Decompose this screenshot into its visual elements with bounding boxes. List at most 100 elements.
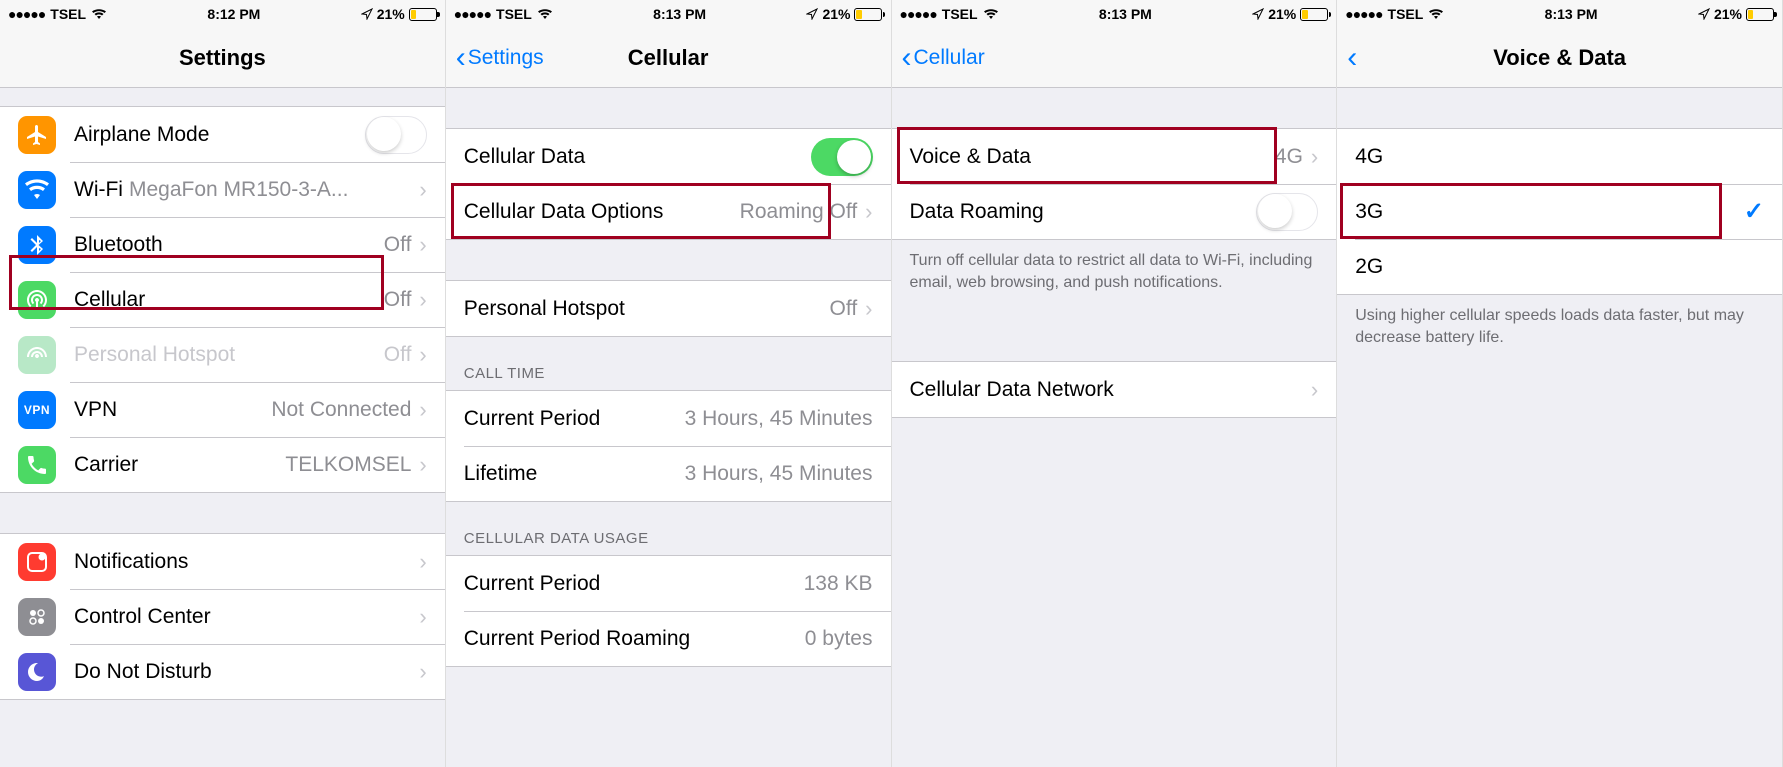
bluetooth-label: Bluetooth — [74, 233, 163, 257]
cellular-label: Cellular — [74, 288, 145, 312]
battery-pct-label: 21% — [377, 6, 405, 22]
dnd-label: Do Not Disturb — [74, 660, 212, 684]
back-label: Settings — [468, 46, 544, 70]
carrier-value: TELKOMSEL — [285, 453, 411, 477]
row-control-center[interactable]: Control Center › — [0, 589, 445, 644]
location-icon — [361, 8, 373, 20]
row-lifetime: Lifetime 3 Hours, 45 Minutes — [446, 446, 891, 501]
usage-roaming-label: Current Period Roaming — [464, 627, 690, 651]
clock-label: 8:13 PM — [653, 6, 706, 22]
row-hotspot[interactable]: Personal Hotspot Off › — [0, 327, 445, 382]
airplane-switch[interactable] — [365, 116, 427, 154]
nav-bar: ‹ Voice & Data — [1337, 28, 1782, 88]
moon-icon — [18, 653, 56, 691]
back-button[interactable]: ‹ — [1347, 43, 1359, 73]
lifetime-value: 3 Hours, 45 Minutes — [685, 462, 873, 486]
usage-current-value: 138 KB — [804, 572, 873, 596]
airplane-label: Airplane Mode — [74, 123, 209, 147]
hotspot-value: Off — [830, 297, 858, 321]
row-vpn[interactable]: VPN VPN Not Connected › — [0, 382, 445, 437]
voice-data-footer: Using higher cellular speeds loads data … — [1337, 295, 1782, 356]
screen-voice-and-data: ●●●●● TSEL 8:13 PM 21% ‹ Voice & Data 4G… — [1337, 0, 1783, 767]
current-period-value: 3 Hours, 45 Minutes — [685, 407, 873, 431]
row-3g[interactable]: 3G ✓ — [1337, 184, 1782, 239]
row-data-roaming[interactable]: Data Roaming — [892, 184, 1337, 239]
row-dnd[interactable]: Do Not Disturb › — [0, 644, 445, 699]
row-bluetooth[interactable]: Bluetooth Off › — [0, 217, 445, 272]
vpn-icon: VPN — [18, 391, 56, 429]
cellular-options-label: Cellular Data Options — [464, 200, 664, 224]
hotspot-label: Personal Hotspot — [464, 297, 625, 321]
signal-dots-icon: ●●●●● — [1345, 6, 1382, 22]
chevron-right-icon: › — [419, 659, 426, 685]
back-button[interactable]: ‹ Cellular — [902, 43, 985, 73]
row-4g[interactable]: 4G — [1337, 129, 1782, 184]
battery-icon — [1746, 8, 1774, 21]
chevron-left-icon: ‹ — [1347, 43, 1357, 73]
signal-dots-icon: ●●●●● — [900, 6, 937, 22]
cellular-data-label: Cellular Data — [464, 145, 585, 169]
clock-label: 8:12 PM — [207, 6, 260, 22]
location-icon — [1252, 8, 1264, 20]
screen-settings: ●●●●● TSEL 8:12 PM 21% Settings Airplane… — [0, 0, 446, 767]
carrier-label: TSEL — [1388, 6, 1424, 22]
clock-label: 8:13 PM — [1545, 6, 1598, 22]
signal-dots-icon: ●●●●● — [8, 6, 45, 22]
cellular-data-switch[interactable] — [811, 138, 873, 176]
cellular-icon — [18, 281, 56, 319]
wifi-app-icon — [18, 171, 56, 209]
hotspot-value: Off — [384, 343, 412, 367]
chevron-right-icon: › — [865, 296, 872, 322]
cellular-options-value: Roaming Off — [740, 200, 858, 224]
row-current-period: Current Period 3 Hours, 45 Minutes — [446, 391, 891, 446]
chevron-left-icon: ‹ — [902, 43, 912, 73]
row-usage-current: Current Period 138 KB — [446, 556, 891, 611]
row-airplane-mode[interactable]: Airplane Mode — [0, 107, 445, 162]
usage-roaming-value: 0 bytes — [805, 627, 873, 651]
status-bar: ●●●●● TSEL 8:13 PM 21% — [892, 0, 1337, 28]
option-3g-label: 3G — [1355, 200, 1383, 224]
wifi-value: MegaFon MR150-3-A... — [129, 178, 411, 202]
page-title: Settings — [179, 45, 266, 71]
data-roaming-switch[interactable] — [1256, 193, 1318, 231]
wifi-icon — [983, 8, 999, 20]
option-4g-label: 4G — [1355, 145, 1383, 169]
screen-cellular-options: ●●●●● TSEL 8:13 PM 21% ‹ Cellular Voice … — [892, 0, 1338, 767]
row-voice-data[interactable]: Voice & Data 4G › — [892, 129, 1337, 184]
row-personal-hotspot[interactable]: Personal Hotspot Off › — [446, 281, 891, 336]
row-wifi[interactable]: Wi-Fi MegaFon MR150-3-A... › — [0, 162, 445, 217]
call-time-header: CALL TIME — [446, 337, 891, 390]
lifetime-label: Lifetime — [464, 462, 538, 486]
hotspot-label: Personal Hotspot — [74, 343, 235, 367]
cellular-value: Off — [384, 288, 412, 312]
chevron-left-icon: ‹ — [456, 43, 466, 73]
row-cellular-data-network[interactable]: Cellular Data Network › — [892, 362, 1337, 417]
row-carrier[interactable]: Carrier TELKOMSEL › — [0, 437, 445, 492]
back-button[interactable]: ‹ Settings — [456, 43, 544, 73]
location-icon — [806, 8, 818, 20]
row-2g[interactable]: 2G — [1337, 239, 1782, 294]
usage-header: CELLULAR DATA USAGE — [446, 502, 891, 555]
wifi-icon — [91, 8, 107, 20]
battery-pct-label: 21% — [1714, 6, 1742, 22]
row-notifications[interactable]: Notifications › — [0, 534, 445, 589]
row-cellular-data[interactable]: Cellular Data — [446, 129, 891, 184]
row-cellular[interactable]: Cellular Off › — [0, 272, 445, 327]
row-usage-roaming: Current Period Roaming 0 bytes — [446, 611, 891, 666]
notifications-icon — [18, 543, 56, 581]
chevron-right-icon: › — [419, 177, 426, 203]
status-bar: ●●●●● TSEL 8:13 PM 21% — [1337, 0, 1782, 28]
vpn-label: VPN — [74, 398, 117, 422]
airplane-icon — [18, 116, 56, 154]
battery-icon — [409, 8, 437, 21]
wifi-icon — [537, 8, 553, 20]
chevron-right-icon: › — [865, 199, 872, 225]
chevron-right-icon: › — [1311, 377, 1318, 403]
hotspot-icon — [18, 336, 56, 374]
nav-bar: ‹ Settings Cellular — [446, 28, 891, 88]
vpn-value: Not Connected — [271, 398, 411, 422]
page-title: Voice & Data — [1493, 45, 1626, 71]
row-cellular-options[interactable]: Cellular Data Options Roaming Off › — [446, 184, 891, 239]
page-title: Cellular — [628, 45, 709, 71]
nav-bar: ‹ Cellular — [892, 28, 1337, 88]
